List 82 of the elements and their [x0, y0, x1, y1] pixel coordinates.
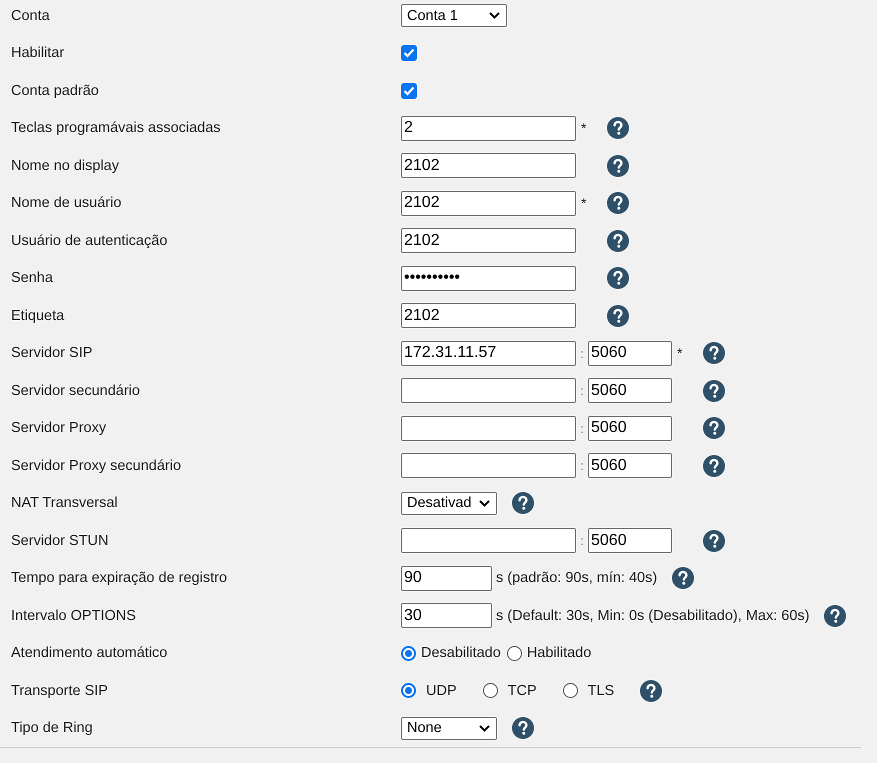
help-icon[interactable] [703, 380, 725, 402]
field-label: Transporte SIP [10, 682, 109, 699]
field-label: Tempo para expiração de registro [10, 570, 228, 586]
required-mark: * [581, 120, 586, 136]
field-label: Nome no display [10, 158, 120, 174]
help-icon[interactable] [607, 304, 629, 327]
dropdown[interactable]: None [401, 716, 497, 740]
input-field[interactable] [401, 378, 576, 404]
field-label: Servidor SIP [10, 345, 94, 362]
input-field[interactable]: 30 [401, 603, 492, 628]
help-icon[interactable] [607, 192, 629, 214]
hint-text: s (Default: 30s, Min: 0s (Desabilitado), Max: 60s) [496, 608, 810, 624]
radio-label: TCP [508, 682, 537, 699]
input-field[interactable]: 2 [401, 116, 576, 141]
checkbox[interactable] [401, 82, 417, 99]
dropdown[interactable]: Conta 1 [401, 4, 507, 28]
caret-icon [479, 500, 490, 507]
port-separator: : [579, 383, 585, 398]
field-label: Intervalo OPTIONS [10, 608, 137, 624]
help-icon[interactable] [703, 530, 725, 552]
radio-label: TLS [588, 682, 614, 699]
port-separator: : [579, 346, 585, 361]
input-field[interactable]: •••••••••• [401, 266, 576, 291]
field-label: Servidor secundário [10, 382, 141, 399]
port-field[interactable]: 5060 [588, 416, 672, 441]
help-icon[interactable] [672, 567, 694, 590]
field-label: Conta padrão [10, 82, 100, 99]
input-field[interactable]: 2102 [401, 303, 576, 328]
help-icon[interactable] [824, 604, 846, 627]
input-field[interactable]: 2102 [401, 153, 576, 178]
field-label: Servidor Proxy [10, 420, 108, 436]
field-label: Nome de usuário [10, 195, 122, 212]
port-separator: : [579, 533, 585, 548]
radio-button[interactable] [401, 646, 416, 661]
field-label: Conta [10, 8, 51, 24]
field-label: Atendimento automático [10, 645, 168, 662]
field-label: Tipo de Ring [10, 720, 94, 736]
input-field[interactable] [401, 416, 576, 441]
caret-icon [479, 724, 490, 732]
field-label: Usuário de autenticação [10, 232, 168, 249]
port-field[interactable]: 5060 [588, 378, 672, 404]
required-mark: * [581, 194, 586, 211]
radio-button[interactable] [506, 646, 522, 661]
required-mark: * [677, 344, 682, 361]
field-label: Teclas programávais associadas [10, 120, 222, 136]
input-field[interactable]: 2102 [401, 190, 576, 216]
field-label: Senha [10, 270, 54, 286]
help-icon[interactable] [703, 342, 725, 364]
hint-text: s (padrão: 90s, mín: 40s) [496, 570, 658, 586]
help-icon[interactable] [607, 267, 629, 290]
help-icon[interactable] [512, 492, 534, 514]
help-icon[interactable] [703, 454, 725, 477]
radio-label: Desabilitado [421, 645, 501, 662]
radio-button[interactable] [562, 683, 578, 698]
port-field[interactable]: 5060 [588, 528, 672, 554]
port-field[interactable]: 5060 [588, 453, 672, 478]
input-field[interactable] [401, 453, 576, 478]
help-icon[interactable] [703, 417, 725, 440]
help-icon[interactable] [607, 230, 629, 252]
checkbox[interactable] [401, 45, 417, 62]
input-field[interactable]: 172.31.11.57 [401, 340, 576, 366]
field-label: Servidor STUN [10, 532, 110, 549]
input-field[interactable] [401, 528, 576, 554]
input-field[interactable]: 90 [401, 566, 492, 591]
input-field[interactable]: 2102 [401, 228, 576, 254]
dropdown[interactable]: Desativad [401, 492, 497, 515]
field-label: Habilitar [10, 45, 66, 62]
radio-button[interactable] [482, 683, 498, 698]
port-separator: : [579, 420, 585, 436]
radio-label: UDP [426, 682, 457, 699]
field-label: Servidor Proxy secundário [10, 458, 182, 474]
help-icon[interactable] [607, 117, 629, 140]
port-field[interactable]: 5060 [588, 340, 672, 366]
radio-label: Habilitado [526, 645, 592, 662]
caret-icon [489, 12, 500, 20]
port-separator: : [579, 458, 585, 474]
field-label: Etiqueta [10, 308, 66, 324]
help-icon[interactable] [512, 717, 534, 740]
radio-button[interactable] [401, 683, 416, 698]
help-icon[interactable] [640, 680, 662, 702]
field-label: NAT Transversal [10, 495, 119, 512]
help-icon[interactable] [607, 154, 629, 177]
